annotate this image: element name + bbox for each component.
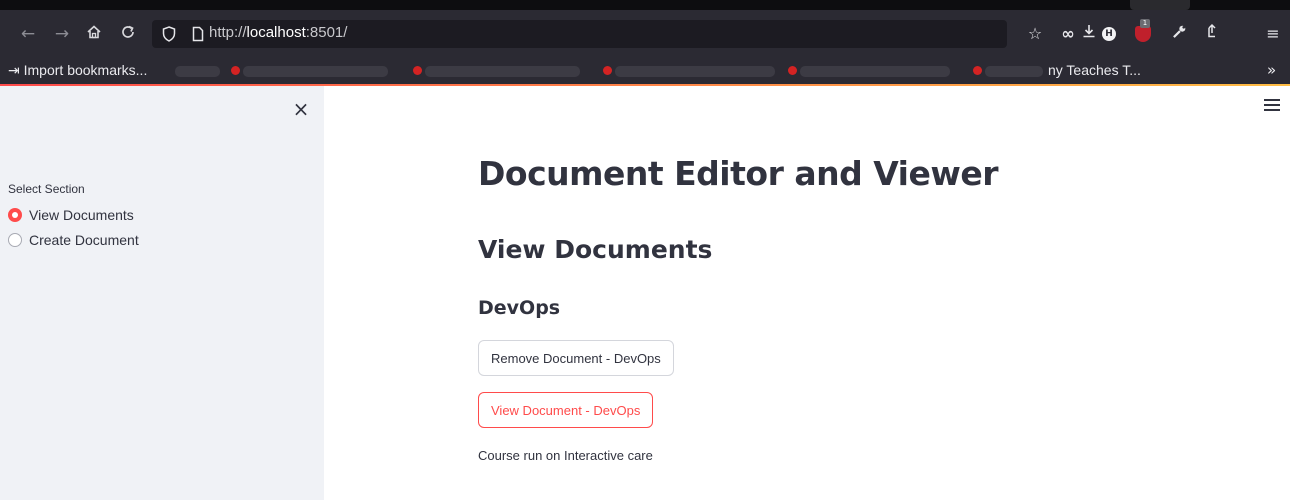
- bookmark-item-label[interactable]: ny Teaches T...: [1048, 62, 1141, 78]
- main-content: Document Editor and Viewer View Document…: [324, 86, 1290, 500]
- infinity-extension-icon[interactable]: ∞: [1057, 23, 1079, 45]
- bookmark-favicon-icon: [973, 66, 982, 75]
- radio-option-label: View Documents: [29, 207, 134, 223]
- browser-toolbar: ← → http://localhost:8501/ ☆ ∞ H 1 ≡: [0, 10, 1290, 58]
- radio-option-view-documents[interactable]: View Documents: [8, 206, 134, 224]
- ublock-extension-icon[interactable]: 1: [1135, 19, 1151, 42]
- share-extension-icon[interactable]: [1201, 23, 1223, 45]
- tracking-shield-icon[interactable]: [162, 26, 176, 46]
- document-heading: DevOps: [478, 297, 561, 319]
- radio-unselected-icon[interactable]: [8, 233, 22, 247]
- ublock-count-badge: 1: [1140, 19, 1150, 28]
- wrench-extension-icon[interactable]: [1168, 23, 1190, 45]
- bookmarks-toolbar: ⇥ Import bookmarks... ny Teaches T... »: [0, 58, 1290, 84]
- bookmark-item[interactable]: [973, 66, 1043, 77]
- close-sidebar-icon[interactable]: ×: [292, 99, 310, 119]
- bookmark-favicon-icon: [413, 66, 422, 75]
- app-menu-icon[interactable]: [1264, 99, 1280, 111]
- bookmarks-overflow-icon[interactable]: »: [1267, 61, 1276, 79]
- reload-icon[interactable]: [118, 24, 138, 44]
- bookmark-favicon-icon: [788, 66, 797, 75]
- bookmark-item[interactable]: [231, 66, 388, 77]
- browser-menu-icon[interactable]: ≡: [1262, 23, 1284, 45]
- home-icon[interactable]: [84, 24, 104, 44]
- extension-h-icon[interactable]: H: [1102, 27, 1116, 41]
- page-info-icon[interactable]: [192, 26, 204, 46]
- document-description: Course run on Interactive care: [478, 448, 653, 463]
- back-arrow-icon[interactable]: ←: [18, 24, 38, 44]
- import-bookmarks-link[interactable]: ⇥ Import bookmarks...: [8, 62, 147, 79]
- radio-group-label: Select Section: [8, 182, 85, 196]
- browser-tab-strip: [0, 0, 1290, 10]
- section-heading: View Documents: [478, 235, 713, 264]
- page-title: Document Editor and Viewer: [478, 154, 999, 193]
- bookmark-favicon-icon: [603, 66, 612, 75]
- downloads-icon[interactable]: [1078, 23, 1100, 45]
- bookmark-favicon-icon: [231, 66, 240, 75]
- remove-document-button[interactable]: Remove Document - DevOps: [478, 340, 674, 376]
- bookmark-item[interactable]: [413, 66, 580, 77]
- radio-selected-icon[interactable]: [8, 208, 22, 222]
- bookmark-star-icon[interactable]: ☆: [1024, 23, 1046, 45]
- url-text[interactable]: http://localhost:8501/: [209, 24, 347, 41]
- radio-option-label: Create Document: [29, 232, 139, 248]
- bookmark-item[interactable]: [603, 66, 775, 77]
- bookmark-item[interactable]: [788, 66, 950, 77]
- view-document-button[interactable]: View Document - DevOps: [478, 392, 654, 428]
- browser-tab[interactable]: [1130, 0, 1190, 10]
- sidebar: × Select Section View Documents Create D…: [0, 86, 324, 500]
- address-bar[interactable]: http://localhost:8501/: [152, 20, 1007, 48]
- forward-arrow-icon[interactable]: →: [52, 24, 72, 44]
- bookmark-item[interactable]: [175, 66, 220, 77]
- radio-option-create-document[interactable]: Create Document: [8, 231, 139, 249]
